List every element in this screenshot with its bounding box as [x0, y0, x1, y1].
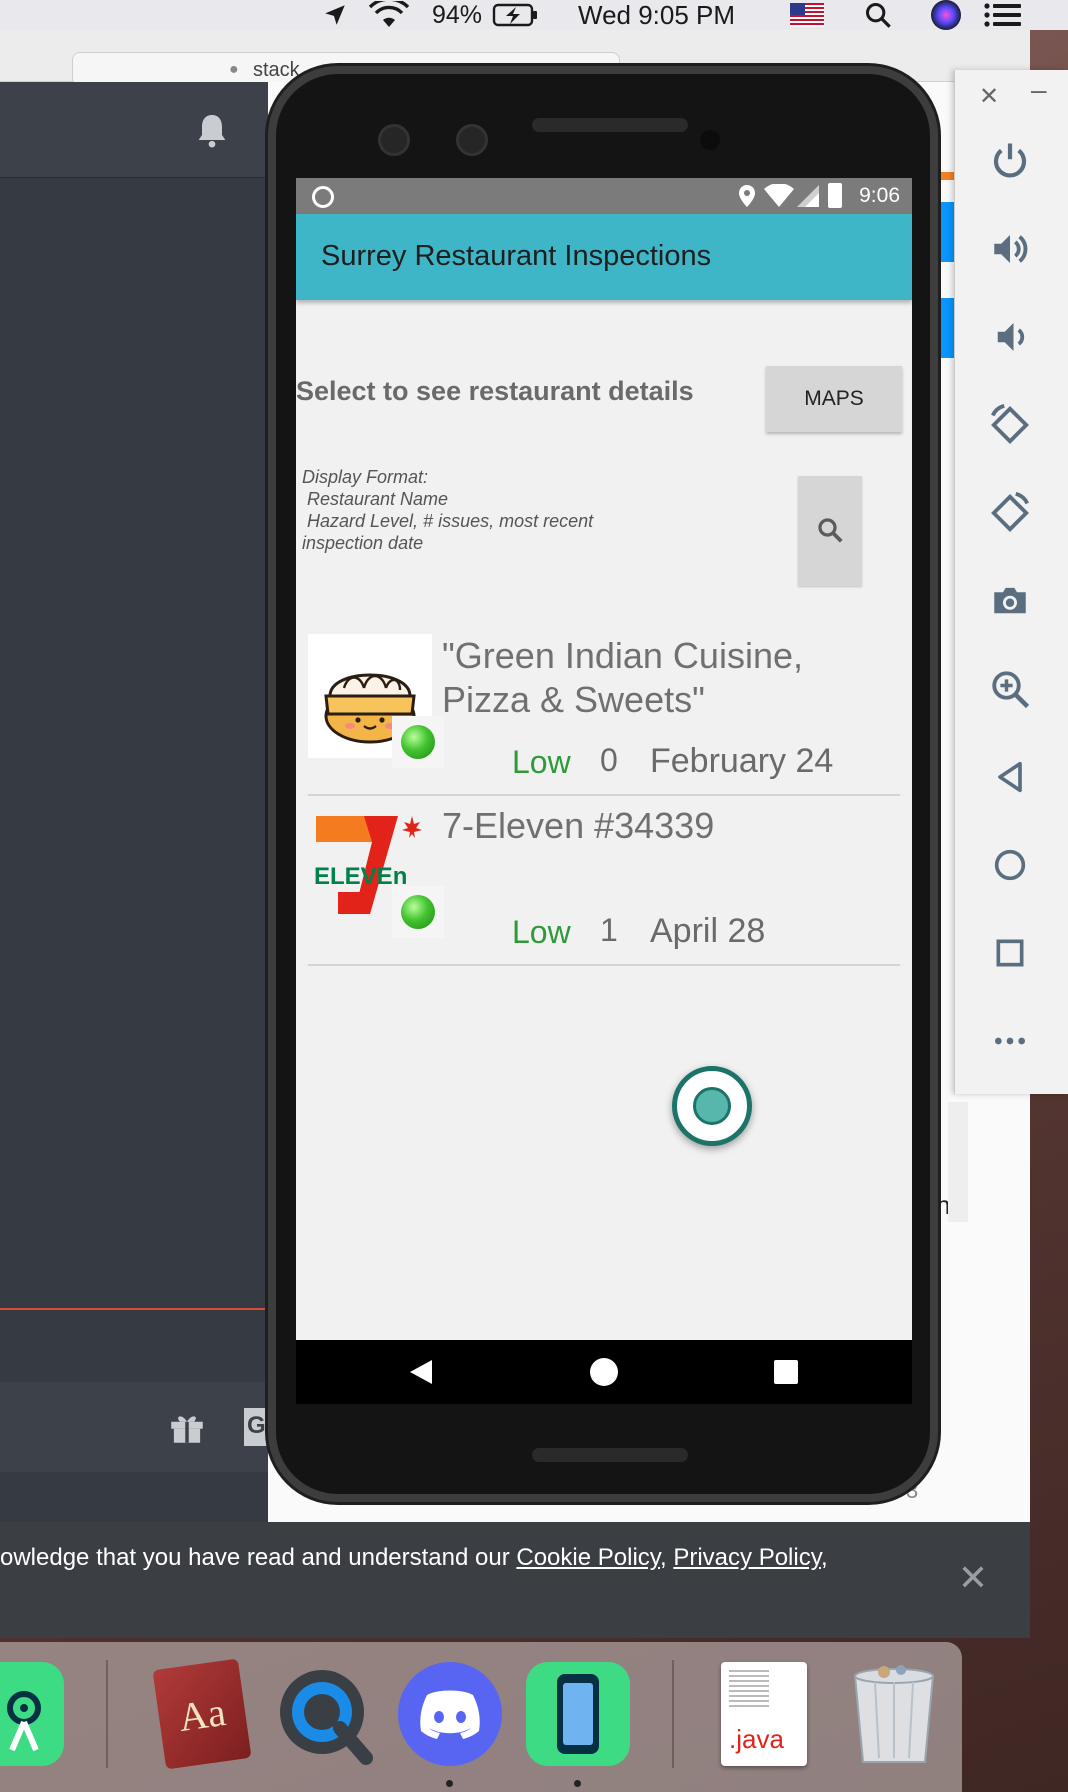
quicktime-icon[interactable]: [272, 1662, 376, 1766]
cell-signal-icon: [796, 184, 820, 214]
restaurant-row[interactable]: "Green Indian Cuisine, Pizza & Sweets" L…: [308, 628, 900, 796]
inspection-date: February 24: [650, 742, 834, 780]
home-icon[interactable]: [985, 840, 1035, 890]
display-format-text: Display Format: Restaurant Name Hazard L…: [302, 467, 594, 553]
accent-bar: [938, 172, 954, 180]
notification-center-icon[interactable]: [984, 0, 1022, 30]
emulator-toolbar: ✕ –: [954, 70, 1068, 1094]
earpiece: [532, 118, 688, 132]
dock-separator: [672, 1660, 674, 1768]
minimize-icon[interactable]: –: [1031, 74, 1047, 106]
dock-separator: [106, 1660, 108, 1768]
spotlight-search-icon[interactable]: [864, 0, 892, 30]
restaurant-name: 7-Eleven #34339: [442, 805, 715, 846]
volume-down-icon[interactable]: [985, 312, 1035, 362]
g-badge-icon[interactable]: G: [244, 1408, 268, 1446]
battery-charging-icon[interactable]: [492, 0, 540, 30]
power-icon[interactable]: [985, 136, 1035, 186]
select-heading: Select to see restaurant details: [296, 376, 694, 406]
more-icon[interactable]: [985, 1016, 1035, 1066]
back-icon[interactable]: [985, 752, 1035, 802]
running-indicator: [446, 1780, 453, 1787]
lock-icon: ●: [229, 61, 239, 78]
nav-overview-icon[interactable]: [774, 1360, 798, 1384]
front-sensor-1: [378, 124, 410, 156]
app-bar: Surrey Restaurant Inspections: [296, 214, 912, 300]
battery-icon: [828, 183, 842, 208]
java-label: .java: [729, 1724, 784, 1754]
siri-icon[interactable]: [930, 0, 962, 30]
ide-footer: G: [0, 1382, 268, 1472]
running-indicator: [574, 1780, 581, 1787]
android-nav-bar: [296, 1340, 912, 1404]
wifi-signal-icon: [764, 183, 794, 214]
zoom-icon[interactable]: [985, 664, 1035, 714]
front-sensor-2: [456, 124, 488, 156]
battery-percent[interactable]: 94%: [432, 0, 482, 30]
address-text: stack: [253, 59, 300, 81]
issue-count: 0: [600, 742, 618, 778]
cookie-text-prefix: owledge that you have read and understan…: [0, 1544, 517, 1571]
java-file-icon[interactable]: .java: [712, 1662, 816, 1766]
hazard-level: Low: [512, 744, 571, 780]
location-pin-icon: [738, 184, 756, 214]
discord-icon[interactable]: [398, 1662, 502, 1766]
dock: Aa .java: [0, 1642, 962, 1792]
android-studio-icon[interactable]: [0, 1662, 64, 1766]
us-flag-icon[interactable]: [790, 0, 824, 30]
nav-back-icon[interactable]: [408, 1358, 434, 1391]
location-icon[interactable]: [322, 0, 348, 30]
hazard-indicator-icon: [392, 716, 444, 768]
wifi-icon[interactable]: [368, 0, 410, 30]
page-card-fragment: [948, 1102, 968, 1222]
hazard-level: Low: [512, 914, 571, 950]
bottom-speaker: [532, 1448, 688, 1462]
restaurant-name: "Green Indian Cuisine, Pizza & Sweets": [442, 635, 803, 720]
privacy-policy-link[interactable]: Privacy Policy: [673, 1544, 821, 1571]
hazard-indicator-icon: [392, 886, 444, 938]
blue-button-fragment-2[interactable]: [938, 298, 954, 358]
recording-icon: [312, 186, 334, 208]
touch-indicator: [672, 1066, 752, 1146]
ide-panel: G: [0, 82, 268, 1522]
maps-button[interactable]: MAPS: [766, 366, 902, 432]
volume-up-icon[interactable]: [985, 224, 1035, 274]
dictionary-icon[interactable]: Aa: [150, 1658, 254, 1770]
phone-simulator-icon[interactable]: [526, 1662, 630, 1766]
trash-icon[interactable]: [842, 1662, 946, 1766]
cookie-separator: ,: [660, 1544, 674, 1571]
bell-icon[interactable]: [192, 110, 232, 155]
cookie-policy-link[interactable]: Cookie Policy: [516, 1544, 660, 1571]
ide-divider: [0, 1308, 268, 1310]
ide-header: [0, 82, 268, 178]
overview-icon[interactable]: [985, 928, 1035, 978]
cookie-text: owledge that you have read and understan…: [0, 1544, 828, 1572]
clock[interactable]: Wed 9:05 PM: [578, 0, 735, 30]
cookie-suffix: ,: [820, 1544, 828, 1571]
inspection-date: April 28: [650, 912, 766, 950]
blue-button-fragment[interactable]: [938, 202, 954, 262]
rotate-left-icon[interactable]: [985, 400, 1035, 450]
status-time: 9:06: [859, 184, 900, 207]
close-icon[interactable]: ✕: [958, 1560, 988, 1596]
gift-icon[interactable]: [166, 1406, 208, 1453]
phone-emulator: 9:06 Surrey Restaurant Inspections Selec…: [268, 66, 938, 1502]
android-status-bar: 9:06: [296, 178, 912, 214]
issue-count: 1: [600, 912, 618, 948]
search-button[interactable]: [798, 476, 862, 586]
rotate-right-icon[interactable]: [985, 488, 1035, 538]
dictionary-label: Aa: [152, 1658, 252, 1770]
nav-home-icon[interactable]: [590, 1358, 618, 1386]
close-icon[interactable]: ✕: [979, 82, 999, 111]
menu-bar: 94% Wed 9:05 PM: [0, 0, 1068, 30]
camera-icon[interactable]: [985, 576, 1035, 626]
cookie-banner: owledge that you have read and understan…: [0, 1522, 1030, 1638]
phone-screen: 9:06 Surrey Restaurant Inspections Selec…: [296, 178, 912, 1404]
front-camera: [700, 130, 720, 150]
app-title: Surrey Restaurant Inspections: [321, 240, 712, 272]
search-icon: [815, 515, 845, 548]
restaurant-row[interactable]: ELEVEn 7-Eleven #34339 Low 1 April 28: [308, 798, 900, 966]
